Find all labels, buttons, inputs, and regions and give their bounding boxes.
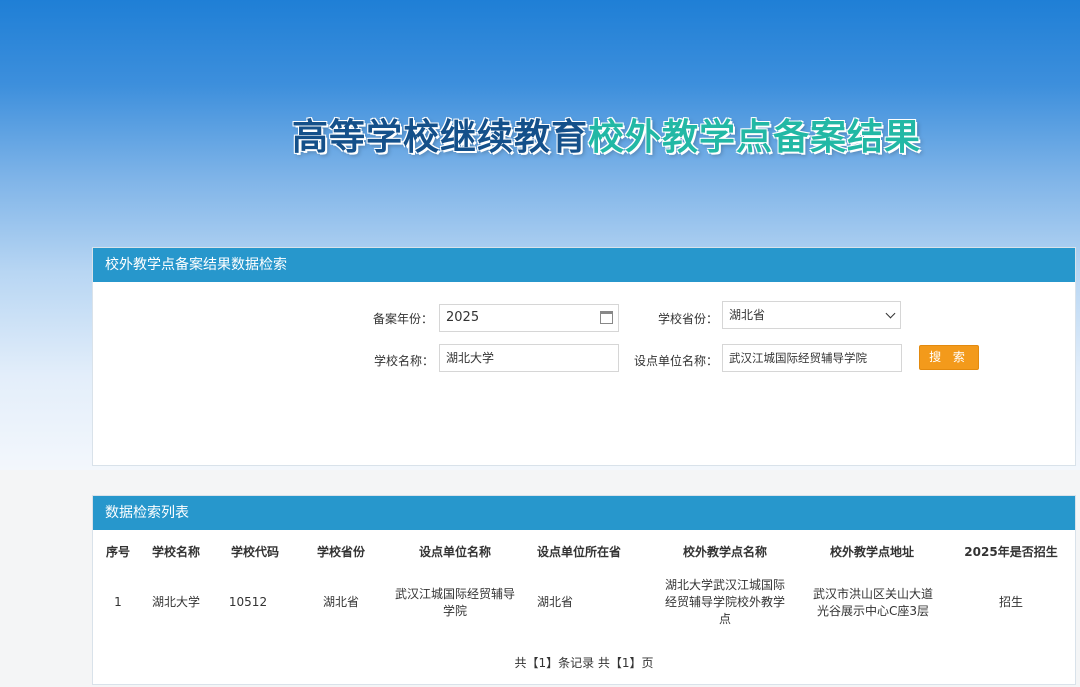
cell-school-name: 湖北大学 — [151, 595, 201, 609]
col-header-site-address: 校外教学点地址 — [829, 545, 915, 559]
search-panel-title: 校外教学点备案结果数据检索 — [93, 248, 1075, 282]
cell-school-code: 10512 — [228, 595, 268, 609]
province-select[interactable]: 湖北省 — [722, 301, 901, 329]
search-panel: 校外教学点备案结果数据检索 备案年份： 2025 学校省份： 湖北省 学校名称：… — [92, 247, 1076, 466]
title-part2: 校外教学点备案结果 — [588, 117, 922, 158]
cell-site-name: 湖北大学武汉江城国际经贸辅导学院校外教学点 — [664, 578, 785, 626]
col-header-enrollment: 2025年是否招生 — [964, 545, 1058, 559]
col-header-school-province: 学校省份 — [316, 545, 366, 559]
calendar-icon[interactable] — [600, 311, 613, 324]
cell-unit-province: 湖北省 — [536, 595, 574, 609]
province-value: 湖北省 — [729, 308, 766, 322]
col-header-site-name: 校外教学点名称 — [682, 545, 768, 559]
search-button[interactable]: 搜 索 — [919, 345, 979, 370]
col-header-unit-name: 设点单位名称 — [418, 545, 492, 559]
unit-label: 设点单位名称： — [634, 354, 719, 368]
school-input[interactable]: 湖北大学 — [439, 344, 619, 372]
school-label: 学校名称： — [374, 354, 435, 368]
col-header-school-name: 学校名称 — [151, 545, 201, 559]
cell-unit-name: 武汉江城国际经贸辅导学院 — [394, 587, 515, 618]
page-title: 高等学校继续教育校外教学点备案结果 — [292, 108, 921, 160]
list-panel: 数据检索列表 序号 学校名称 学校代码 学校省份 设点单位名称 设点单位所在省 … — [92, 495, 1076, 685]
pagination: 共【1】条记录 共【1】页 — [514, 656, 654, 670]
col-header-unit-province: 设点单位所在省 — [536, 545, 622, 559]
col-header-school-code: 学校代码 — [230, 545, 280, 559]
list-panel-title: 数据检索列表 — [93, 496, 1075, 530]
year-field[interactable]: 2025 — [439, 304, 619, 332]
cell-school-province: 湖北省 — [322, 595, 360, 609]
unit-input[interactable]: 武汉江城国际经贸辅导学院 — [722, 344, 902, 372]
col-header-index: 序号 — [105, 545, 131, 559]
title-part1: 高等学校继续教育 — [292, 117, 589, 158]
cell-enrollment: 招生 — [998, 595, 1024, 609]
cell-site-address: 武汉市洪山区关山大道光谷展示中心C座3层 — [812, 587, 933, 618]
year-value: 2025 — [446, 310, 480, 325]
cell-index: 1 — [114, 595, 122, 609]
province-label: 学校省份： — [658, 312, 719, 326]
chevron-down-icon — [885, 308, 896, 319]
year-label: 备案年份： — [373, 312, 434, 326]
